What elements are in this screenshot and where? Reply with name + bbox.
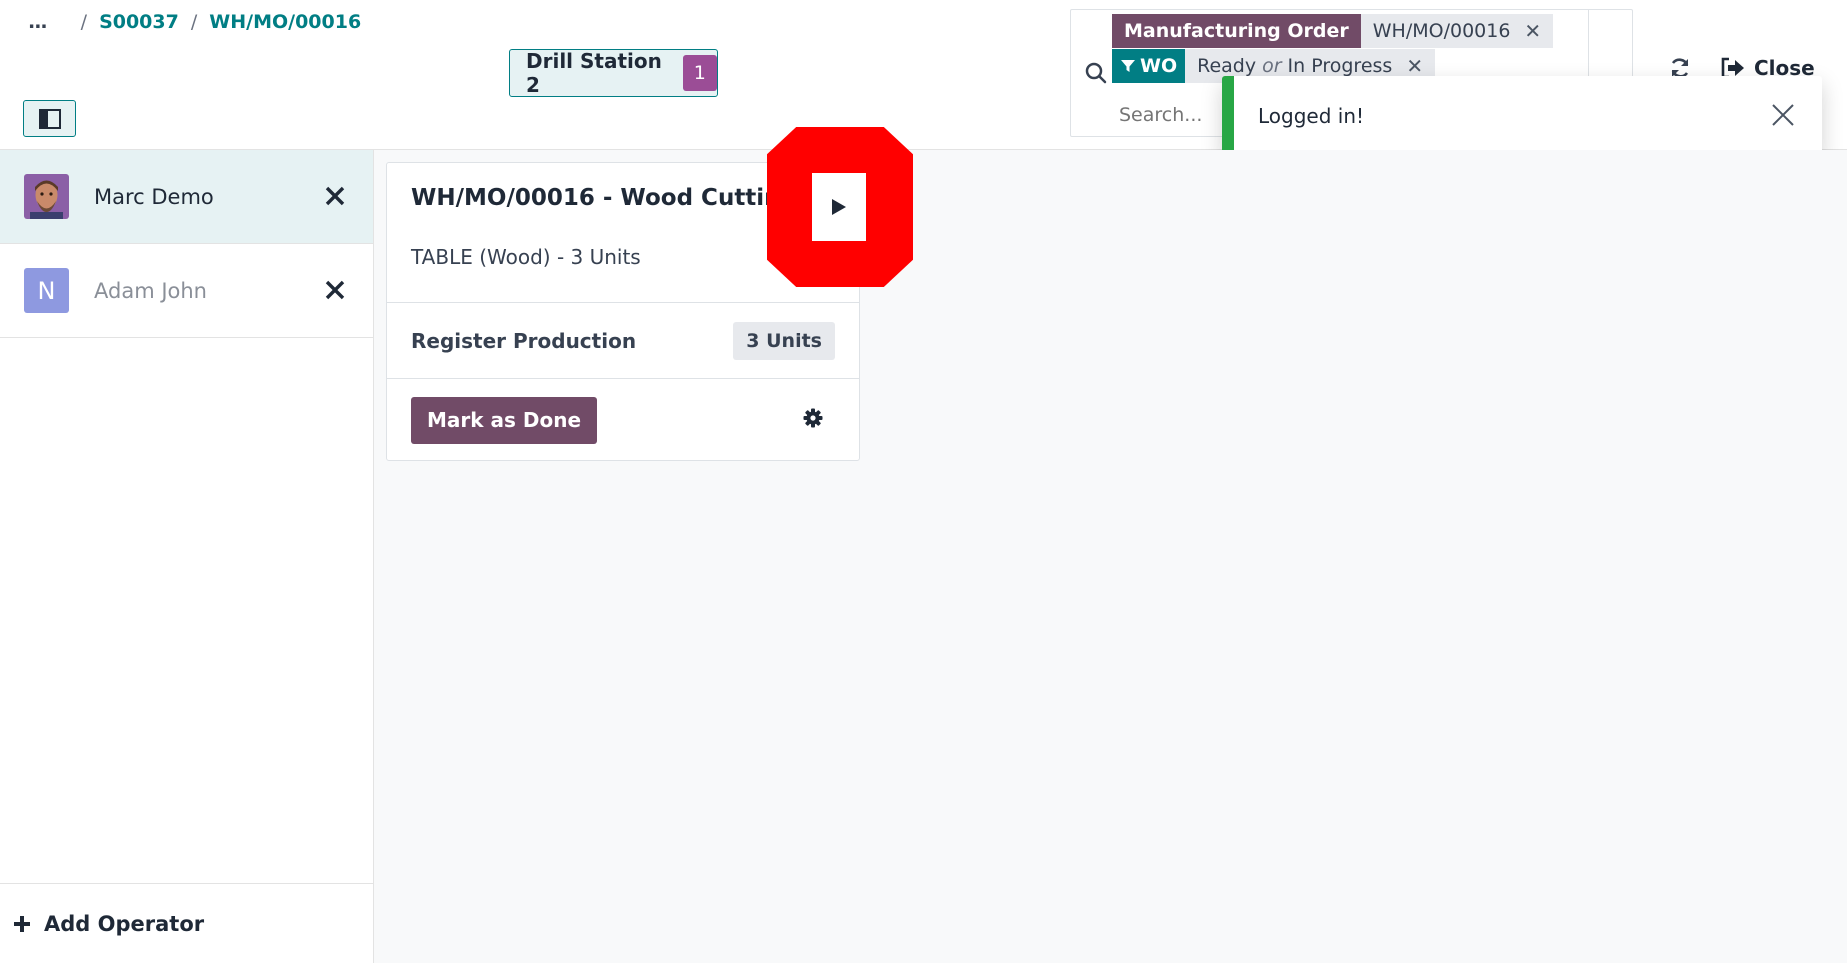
facet-value-text: WH/MO/00016 <box>1372 20 1511 42</box>
operator-item[interactable]: N Adam John <box>0 244 373 338</box>
mark-as-done-button[interactable]: Mark as Done <box>411 396 598 444</box>
operator-sidebar: Marc Demo N Adam John Add Operator <box>0 150 374 963</box>
notification-toast: Logged in! <box>1222 76 1822 156</box>
workcenter-label: Drill Station 2 <box>526 49 662 97</box>
facet-value-ready: Ready <box>1197 55 1257 77</box>
add-operator-label: Add Operator <box>44 911 205 936</box>
workcenter-button[interactable]: Drill Station 2 1 <box>509 49 718 97</box>
toast-close-button[interactable] <box>1770 102 1796 133</box>
toast-message: Logged in! <box>1258 104 1365 128</box>
workorder-card: WH/MO/00016 - Wood Cutting TABLE (Wood) … <box>386 127 913 461</box>
operator-name: Adam John <box>94 278 207 303</box>
search-icon <box>1085 62 1107 88</box>
search-facet-manufacturing-order: Manufacturing Order WH/MO/00016 ✕ <box>1112 14 1554 48</box>
breadcrumb-separator: / <box>80 11 88 33</box>
facet-category: WO <box>1112 49 1186 83</box>
close-icon <box>325 280 345 300</box>
facet-value: WH/MO/00016 ✕ <box>1360 14 1554 48</box>
start-highlight <box>767 127 913 287</box>
operator-name: Marc Demo <box>94 184 214 209</box>
workorder-card-footer: Mark as Done <box>387 379 859 461</box>
breadcrumb: ... / S00037 / WH/MO/00016 <box>28 8 361 36</box>
register-production-label: Register Production <box>411 328 637 353</box>
remove-facet-button[interactable]: ✕ <box>1524 19 1541 43</box>
facet-category-label: WO <box>1140 55 1178 77</box>
add-operator-button[interactable]: Add Operator <box>0 883 373 963</box>
facet-value-in-progress: In Progress <box>1287 55 1393 77</box>
close-icon <box>1772 104 1794 126</box>
register-production-quantity[interactable]: 3 Units <box>733 321 835 360</box>
facet-or: or <box>1262 55 1282 77</box>
breadcrumb-item-manufacturing-order[interactable]: WH/MO/00016 <box>209 11 361 33</box>
start-workorder-button[interactable] <box>812 173 866 241</box>
breadcrumb-item-sale-order[interactable]: S00037 <box>99 11 179 33</box>
register-production-row[interactable]: Register Production 3 Units <box>387 303 859 379</box>
workcenter-count-badge: 1 <box>682 55 717 91</box>
avatar <box>24 174 69 219</box>
avatar: N <box>24 268 69 313</box>
play-icon <box>832 199 846 215</box>
filter-icon <box>1121 60 1135 72</box>
toggle-sidebar-button[interactable] <box>23 100 76 137</box>
close-icon <box>325 186 345 206</box>
plus-icon <box>14 915 30 932</box>
workorder-card-header[interactable]: WH/MO/00016 - Wood Cutting TABLE (Wood) … <box>387 127 913 303</box>
remove-operator-button[interactable] <box>325 280 345 304</box>
remove-facet-button[interactable]: ✕ <box>1406 54 1423 78</box>
sidebar-panel-icon <box>38 108 61 129</box>
breadcrumb-separator: / <box>190 11 198 33</box>
gear-icon <box>803 408 823 428</box>
operator-item[interactable]: Marc Demo <box>0 150 373 244</box>
facet-category: Manufacturing Order <box>1112 14 1361 48</box>
workorder-options-button[interactable] <box>803 408 823 432</box>
breadcrumb-more-button[interactable]: ... <box>28 11 48 33</box>
facet-value-text: Ready or In Progress <box>1197 55 1392 77</box>
remove-operator-button[interactable] <box>325 186 345 210</box>
workorder-area: WH/MO/00016 - Wood Cutting TABLE (Wood) … <box>374 127 1847 963</box>
